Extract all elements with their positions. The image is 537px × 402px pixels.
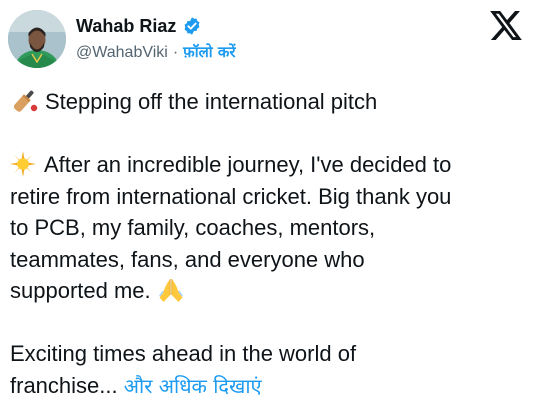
follow-button[interactable]: फ़ॉलो करें xyxy=(183,43,235,61)
profile-photo xyxy=(8,10,66,68)
tweet-text-line: franchise... xyxy=(10,372,118,398)
author-handle[interactable]: @WahabViki xyxy=(76,44,168,61)
tweet-text-line: supported me. xyxy=(10,278,151,303)
tweet-text-line: retire from international cricket. Big t… xyxy=(10,183,452,209)
author-name[interactable]: Wahab Riaz xyxy=(76,16,176,37)
tweet-line-1: Stepping off the international pitch xyxy=(10,86,530,118)
glowing-star-icon xyxy=(10,151,36,177)
verified-badge-icon xyxy=(184,17,200,35)
tweet-text: Stepping off the international pitch Aft… xyxy=(10,86,530,402)
tweet-line-1-text: Stepping off the international pitch xyxy=(45,89,378,114)
show-more-link[interactable]: और अधिक दिखाएं xyxy=(124,374,262,398)
cricket-bat-icon xyxy=(13,90,38,112)
tweet-text-line: Exciting times ahead in the world of xyxy=(10,341,357,366)
tweet-text-line: After an incredible journey, I've decide… xyxy=(44,152,452,177)
tweet-paragraph-2: After an incredible journey, I've decide… xyxy=(10,149,530,307)
separator-dot: · xyxy=(172,44,179,61)
tweet-text-line: to PCB, my family, coaches, mentors, xyxy=(10,215,376,240)
x-logo-icon[interactable] xyxy=(490,11,522,40)
avatar[interactable] xyxy=(8,10,66,68)
tweet-text-line: teammates, fans, and everyone who xyxy=(10,246,365,272)
folded-hands-icon xyxy=(158,279,183,302)
author-meta-row: @WahabViki · फ़ॉलो करें xyxy=(76,42,236,62)
tweet-paragraph-3: Exciting times ahead in the world of fran… xyxy=(10,338,530,402)
tweet-header: Wahab Riaz @WahabViki · फ़ॉलो करें xyxy=(0,0,537,80)
author-name-row: Wahab Riaz xyxy=(76,13,202,39)
